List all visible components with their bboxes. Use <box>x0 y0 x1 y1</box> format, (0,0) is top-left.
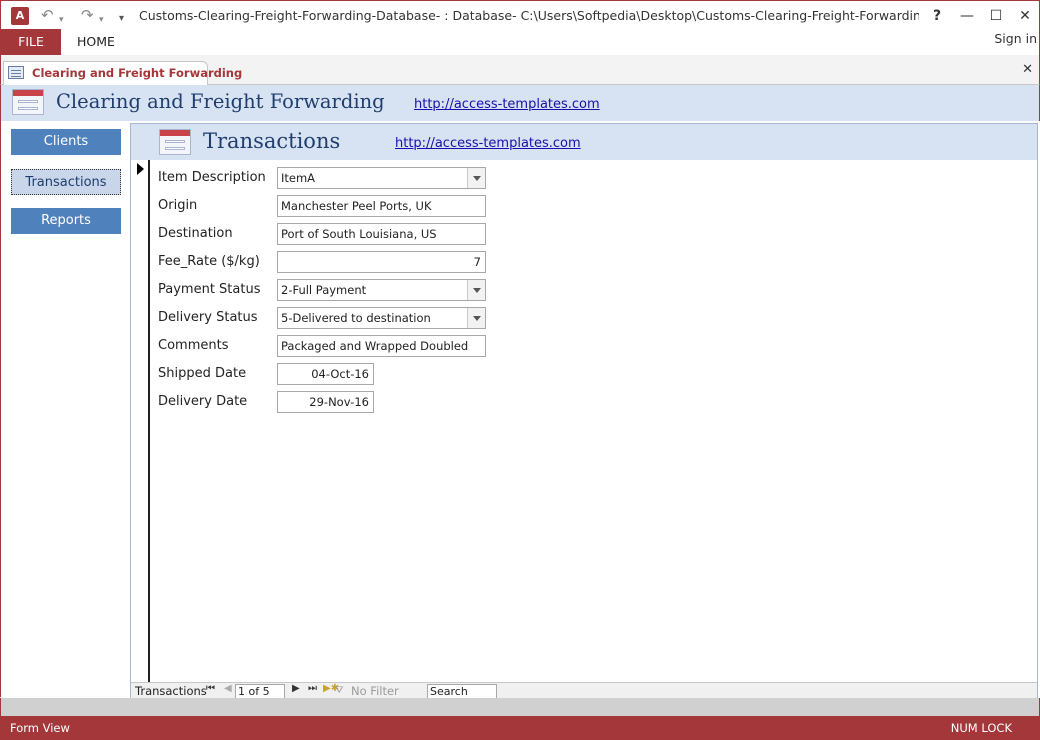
minimize-button[interactable]: — <box>953 5 981 27</box>
help-button[interactable]: ? <box>923 5 951 27</box>
form-header-icon <box>12 89 44 115</box>
fee-rate-field[interactable]: 7 <box>277 251 486 273</box>
num-lock-indicator: NUM LOCK <box>950 721 1012 735</box>
subform-header-icon <box>159 129 191 155</box>
main-header: Clearing and Freight Forwarding http://a… <box>0 85 1040 121</box>
transactions-subform: Transactions http://access-templates.com… <box>130 123 1038 699</box>
subform-link[interactable]: http://access-templates.com <box>395 136 581 151</box>
destination-label: Destination <box>158 226 233 241</box>
redo-icon[interactable]: ↷ <box>81 5 94 25</box>
maximize-button[interactable]: ☐ <box>982 5 1010 27</box>
minimize-icon: — <box>960 8 974 24</box>
sign-in-link[interactable]: Sign in <box>994 31 1037 46</box>
title-bar: A ↶ ▾ ↷ ▾ ▾ Customs-Clearing-Freight-For… <box>0 0 1040 30</box>
undo-icon[interactable]: ↶ <box>41 5 54 25</box>
transactions-button[interactable]: Transactions <box>11 169 121 195</box>
view-status: Form View <box>10 721 70 735</box>
tab-file[interactable]: FILE <box>1 29 61 55</box>
maximize-icon: ☐ <box>989 8 1003 24</box>
origin-label: Origin <box>158 198 198 213</box>
record-navigator: Transactions ⏮ ◀ 1 of 5 ▶ ⏭ ▶✱ ⛛ No Filt… <box>131 682 1037 699</box>
document-tab-label: Clearing and Freight Forwarding <box>32 66 243 80</box>
tab-home[interactable]: HOME <box>77 29 115 55</box>
clients-button[interactable]: Clients <box>11 129 121 155</box>
search-input[interactable]: Search <box>427 684 497 699</box>
item-description-combo[interactable]: ItemA <box>277 167 486 189</box>
comments-label: Comments <box>158 338 229 353</box>
fee-rate-label: Fee_Rate ($/kg) <box>158 254 260 269</box>
item-description-label: Item Description <box>158 170 266 185</box>
origin-field[interactable]: Manchester Peel Ports, UK <box>277 195 486 217</box>
delivery-status-combo[interactable]: 5-Delivered to destination <box>277 307 486 329</box>
ribbon-tabs: FILE HOME Sign in <box>0 29 1040 55</box>
close-button[interactable]: ✕ <box>1011 5 1039 27</box>
current-record-arrow-icon <box>137 163 144 175</box>
workspace-background <box>0 698 1040 716</box>
item-description-value: ItemA <box>281 171 316 185</box>
subform-header: Transactions http://access-templates.com <box>131 124 1037 160</box>
delivery-date-field[interactable]: 29-Nov-16 <box>277 391 374 413</box>
access-app-icon[interactable]: A <box>11 7 29 25</box>
shipped-date-label: Shipped Date <box>158 366 247 381</box>
status-bar: Form View NUM LOCK <box>0 716 1040 740</box>
chevron-down-icon[interactable] <box>467 280 485 300</box>
next-record-icon[interactable]: ▶ <box>292 683 300 694</box>
payment-status-combo[interactable]: 2-Full Payment <box>277 279 486 301</box>
form-icon <box>8 66 24 79</box>
undo-dropdown-icon[interactable]: ▾ <box>59 10 64 30</box>
last-record-icon[interactable]: ⏭ <box>308 683 317 694</box>
destination-field[interactable]: Port of South Louisiana, US <box>277 223 486 245</box>
document-close-icon[interactable]: ✕ <box>1022 62 1033 77</box>
subform-title: Transactions <box>203 129 341 153</box>
previous-record-icon[interactable]: ◀ <box>224 683 232 694</box>
close-icon: ✕ <box>1019 8 1031 24</box>
first-record-icon[interactable]: ⏮ <box>206 683 215 694</box>
navigator-label: Transactions <box>135 684 207 698</box>
redo-dropdown-icon[interactable]: ▾ <box>99 10 104 30</box>
header-link[interactable]: http://access-templates.com <box>414 97 600 112</box>
comments-field[interactable]: Packaged and Wrapped Doubled <box>277 335 486 357</box>
window-title: Customs-Clearing-Freight-Forwarding-Data… <box>139 8 919 23</box>
no-filter-label: No Filter <box>351 684 399 698</box>
delivery-date-label: Delivery Date <box>158 394 248 409</box>
no-filter-button[interactable]: ⛛ No Filter <box>335 684 399 698</box>
delivery-status-label: Delivery Status <box>158 310 258 325</box>
chevron-down-icon[interactable] <box>467 168 485 188</box>
chevron-down-icon[interactable] <box>467 308 485 328</box>
page-title: Clearing and Freight Forwarding <box>56 90 385 113</box>
filter-icon: ⛛ <box>335 685 344 696</box>
payment-status-value: 2-Full Payment <box>281 283 367 297</box>
delivery-status-value: 5-Delivered to destination <box>281 311 431 325</box>
left-nav: Clients Transactions Reports <box>0 121 130 697</box>
document-tab-strip: Clearing and Freight Forwarding ✕ <box>0 55 1040 85</box>
document-tab[interactable]: Clearing and Freight Forwarding <box>3 61 242 85</box>
payment-status-label: Payment Status <box>158 282 261 297</box>
shipped-date-field[interactable]: 04-Oct-16 <box>277 363 374 385</box>
record-selector[interactable] <box>131 160 150 682</box>
reports-button[interactable]: Reports <box>11 208 121 234</box>
current-record-input[interactable]: 1 of 5 <box>235 684 285 699</box>
customize-toolbar-icon[interactable]: ▾ <box>119 9 124 29</box>
